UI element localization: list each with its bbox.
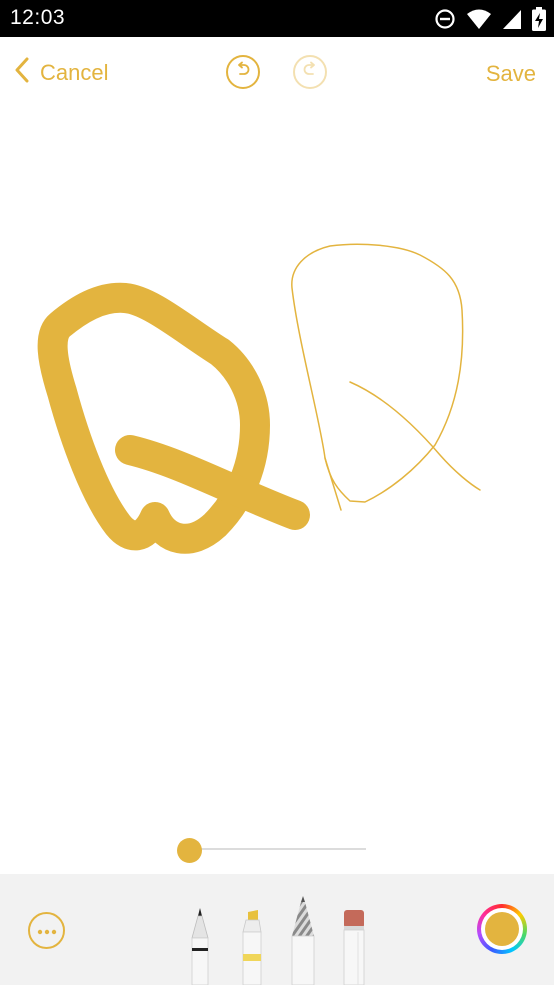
tool-tray	[0, 874, 554, 985]
more-options-icon	[37, 922, 57, 940]
chevron-left-icon	[14, 57, 30, 89]
do-not-disturb-icon	[434, 8, 456, 30]
redo-button[interactable]	[293, 55, 327, 89]
marker-icon	[242, 910, 262, 985]
current-color-swatch	[485, 912, 519, 946]
pen-tool[interactable]	[188, 908, 212, 985]
status-time: 12:03	[10, 6, 66, 29]
undo-button[interactable]	[226, 55, 260, 89]
undo-icon	[234, 61, 252, 84]
cancel-button[interactable]: Cancel	[14, 57, 108, 89]
redo-icon	[301, 61, 319, 84]
battery-charging-icon	[532, 7, 546, 31]
color-picker-button[interactable]	[477, 904, 527, 954]
marker-tool[interactable]	[240, 910, 264, 985]
slider-knob[interactable]	[177, 838, 202, 863]
drawing-toolbar: Cancel Save	[0, 37, 554, 109]
more-options-button[interactable]	[28, 912, 65, 949]
wifi-icon	[466, 8, 492, 30]
pencil-icon	[291, 896, 315, 985]
pencil-tool[interactable]	[289, 896, 317, 985]
eraser-tool[interactable]	[342, 910, 366, 985]
cancel-label: Cancel	[40, 60, 109, 85]
pen-icon	[191, 908, 209, 985]
save-button[interactable]: Save	[486, 61, 536, 87]
status-icons	[434, 7, 546, 31]
status-bar: 12:03	[0, 0, 554, 37]
slider-track	[190, 848, 366, 850]
eraser-icon	[343, 910, 365, 985]
thin-letter-q-stroke	[291, 243, 481, 511]
drawing-canvas[interactable]	[0, 109, 554, 839]
signal-icon	[502, 8, 522, 30]
brush-size-slider[interactable]	[176, 837, 368, 863]
thick-letter-q-stroke	[37, 282, 310, 554]
